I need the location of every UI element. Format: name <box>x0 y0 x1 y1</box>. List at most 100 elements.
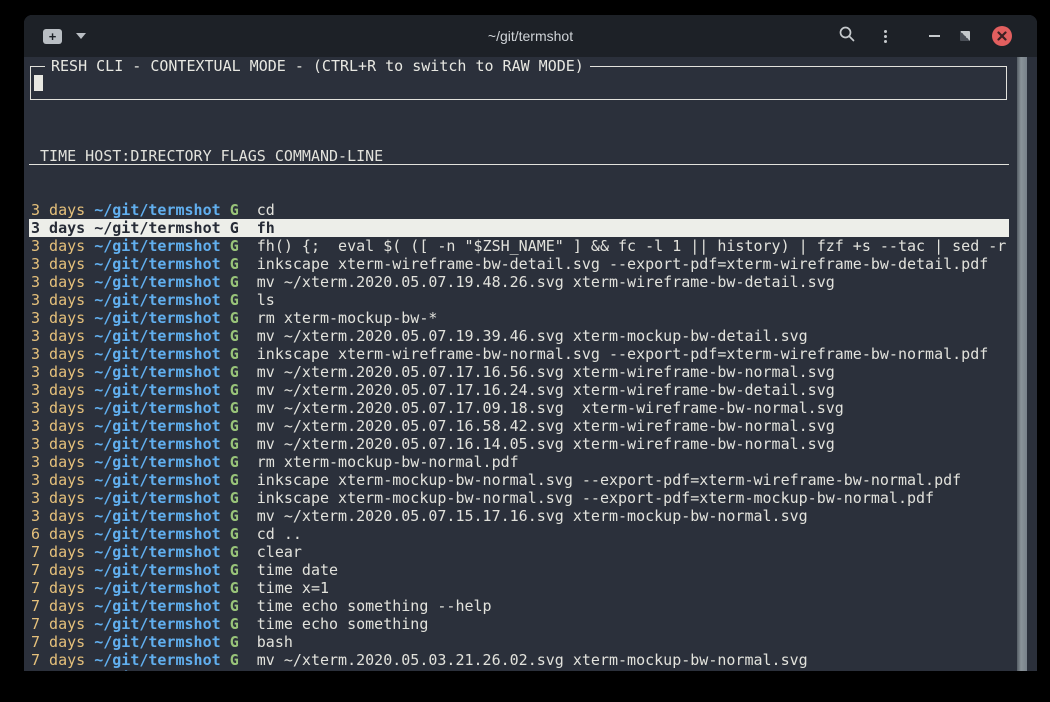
history-row[interactable]: 3 days ~/git/termshot G inkscape xterm-w… <box>29 255 1009 273</box>
new-tab-button[interactable]: + <box>43 29 62 44</box>
row-command: inkscape xterm-wireframe-bw-normal.svg -… <box>257 345 989 363</box>
row-flags: G <box>230 201 239 219</box>
history-row[interactable]: 7 days ~/git/termshot G time echo someth… <box>29 615 1009 633</box>
row-time: 3 days <box>31 399 85 417</box>
row-host-directory: ~/git/termshot <box>94 453 220 471</box>
history-row[interactable]: 3 days ~/git/termshot G mv ~/xterm.2020.… <box>29 381 1009 399</box>
row-command: time echo something --help <box>257 597 492 615</box>
row-host-directory: ~/git/termshot <box>94 525 220 543</box>
row-time: 3 days <box>31 309 85 327</box>
restore-icon[interactable] <box>960 31 970 41</box>
plus-icon: + <box>49 29 57 44</box>
row-flags: G <box>230 309 239 327</box>
row-time: 3 days <box>31 255 85 273</box>
row-host-directory: ~/git/termshot <box>94 651 220 669</box>
row-flags: G <box>230 651 239 669</box>
history-row[interactable]: 7 days ~/git/termshot G mv ~/xterm.2020.… <box>29 651 1009 669</box>
history-row[interactable]: 7 days ~/git/termshot G mv ~/xterm.2020.… <box>29 669 1009 671</box>
row-command: clear <box>257 543 302 561</box>
history-row[interactable]: 3 days ~/git/termshot G cd <box>29 201 1009 219</box>
row-time: 3 days <box>31 345 85 363</box>
row-command: mv ~/xterm.2020.05.07.17.16.56.svg xterm… <box>257 363 835 381</box>
history-row[interactable]: 3 days ~/git/termshot G ls <box>29 291 1009 309</box>
row-flags: G <box>230 255 239 273</box>
history-row[interactable]: 6 days ~/git/termshot G cd .. <box>29 525 1009 543</box>
row-flags: G <box>230 381 239 399</box>
row-command: fh <box>257 219 275 237</box>
row-command: mv ~/xterm.2020.05.03.20.52.33.svg xterm… <box>257 669 808 671</box>
row-host-directory: ~/git/termshot <box>94 561 220 579</box>
row-time: 3 days <box>31 435 85 453</box>
row-flags: G <box>230 435 239 453</box>
history-row[interactable]: 3 days ~/git/termshot G fh <box>29 219 1009 237</box>
row-command: bash <box>257 633 293 651</box>
row-time: 3 days <box>31 363 85 381</box>
row-host-directory: ~/git/termshot <box>94 471 220 489</box>
row-time: 6 days <box>31 525 85 543</box>
row-flags: G <box>230 597 239 615</box>
row-command: ls <box>257 291 275 309</box>
row-host-directory: ~/git/termshot <box>94 291 220 309</box>
row-host-directory: ~/git/termshot <box>94 417 220 435</box>
row-time: 3 days <box>31 381 85 399</box>
row-host-directory: ~/git/termshot <box>94 273 220 291</box>
history-row[interactable]: 3 days ~/git/termshot G mv ~/xterm.2020.… <box>29 399 1009 417</box>
history-row[interactable]: 3 days ~/git/termshot G mv ~/xterm.2020.… <box>29 507 1009 525</box>
history-row[interactable]: 3 days ~/git/termshot G rm xterm-mockup-… <box>29 309 1009 327</box>
search-input[interactable]: RESH CLI - CONTEXTUAL MODE - (CTRL+R to … <box>30 66 1007 100</box>
row-flags: G <box>230 669 239 671</box>
history-row[interactable]: 3 days ~/git/termshot G fh() {; eval $( … <box>29 237 1009 255</box>
history-row[interactable]: 3 days ~/git/termshot G mv ~/xterm.2020.… <box>29 417 1009 435</box>
row-flags: G <box>230 507 239 525</box>
row-host-directory: ~/git/termshot <box>94 615 220 633</box>
history-row[interactable]: 3 days ~/git/termshot G inkscape xterm-w… <box>29 345 1009 363</box>
row-host-directory: ~/git/termshot <box>94 309 220 327</box>
row-flags: G <box>230 561 239 579</box>
history-row[interactable]: 7 days ~/git/termshot G bash <box>29 633 1009 651</box>
history-row[interactable]: 3 days ~/git/termshot G mv ~/xterm.2020.… <box>29 363 1009 381</box>
history-row[interactable]: 7 days ~/git/termshot G time echo someth… <box>29 597 1009 615</box>
row-host-directory: ~/git/termshot <box>94 327 220 345</box>
row-time: 7 days <box>31 615 85 633</box>
row-time: 3 days <box>31 219 85 237</box>
history-row[interactable]: 3 days ~/git/termshot G mv ~/xterm.2020.… <box>29 327 1009 345</box>
history-row[interactable]: 3 days ~/git/termshot G inkscape xterm-m… <box>29 489 1009 507</box>
minimize-icon[interactable] <box>929 35 940 37</box>
history-row[interactable]: 7 days ~/git/termshot G time date <box>29 561 1009 579</box>
row-host-directory: ~/git/termshot <box>94 255 220 273</box>
row-host-directory: ~/git/termshot <box>94 345 220 363</box>
history-row[interactable]: 3 days ~/git/termshot G rm xterm-mockup-… <box>29 453 1009 471</box>
row-flags: G <box>230 579 239 597</box>
history-row[interactable]: 3 days ~/git/termshot G mv ~/xterm.2020.… <box>29 273 1009 291</box>
row-command: rm xterm-mockup-bw-* <box>257 309 438 327</box>
row-flags: G <box>230 615 239 633</box>
row-command: inkscape xterm-wireframe-bw-detail.svg -… <box>257 255 989 273</box>
history-row[interactable]: 3 days ~/git/termshot G mv ~/xterm.2020.… <box>29 435 1009 453</box>
scrollbar[interactable] <box>1017 57 1027 671</box>
row-command: mv ~/xterm.2020.05.07.19.48.26.svg xterm… <box>257 273 835 291</box>
row-host-directory: ~/git/termshot <box>94 399 220 417</box>
terminal-window: + ~/git/termshot RESH CLI - CONTEXTUAL M… <box>24 15 1037 671</box>
table-header: TIME HOST:DIRECTORY FLAGS COMMAND-LINE <box>29 147 1009 165</box>
row-command: mv ~/xterm.2020.05.07.16.14.05.svg xterm… <box>257 435 835 453</box>
row-command: mv ~/xterm.2020.05.07.17.09.18.svg xterm… <box>257 399 844 417</box>
search-icon[interactable] <box>838 25 856 47</box>
close-icon[interactable] <box>992 26 1012 46</box>
history-row[interactable]: 3 days ~/git/termshot G inkscape xterm-m… <box>29 471 1009 489</box>
row-time: 7 days <box>31 633 85 651</box>
history-row[interactable]: 7 days ~/git/termshot G clear <box>29 543 1009 561</box>
row-time: 7 days <box>31 543 85 561</box>
row-flags: G <box>230 291 239 309</box>
row-host-directory: ~/git/termshot <box>94 633 220 651</box>
history-table: TIME HOST:DIRECTORY FLAGS COMMAND-LINE 3… <box>29 111 1009 671</box>
row-command: time date <box>257 561 338 579</box>
history-row[interactable]: 7 days ~/git/termshot G time x=1 <box>29 579 1009 597</box>
row-time: 3 days <box>31 291 85 309</box>
resh-cli-screen: RESH CLI - CONTEXTUAL MODE - (CTRL+R to … <box>24 57 1037 671</box>
row-command: time echo something <box>257 615 429 633</box>
row-command: rm xterm-mockup-bw-normal.pdf <box>257 453 519 471</box>
kebab-menu-icon[interactable] <box>884 30 887 43</box>
chevron-down-icon[interactable] <box>76 33 86 44</box>
row-time: 7 days <box>31 561 85 579</box>
row-time: 3 days <box>31 237 85 255</box>
